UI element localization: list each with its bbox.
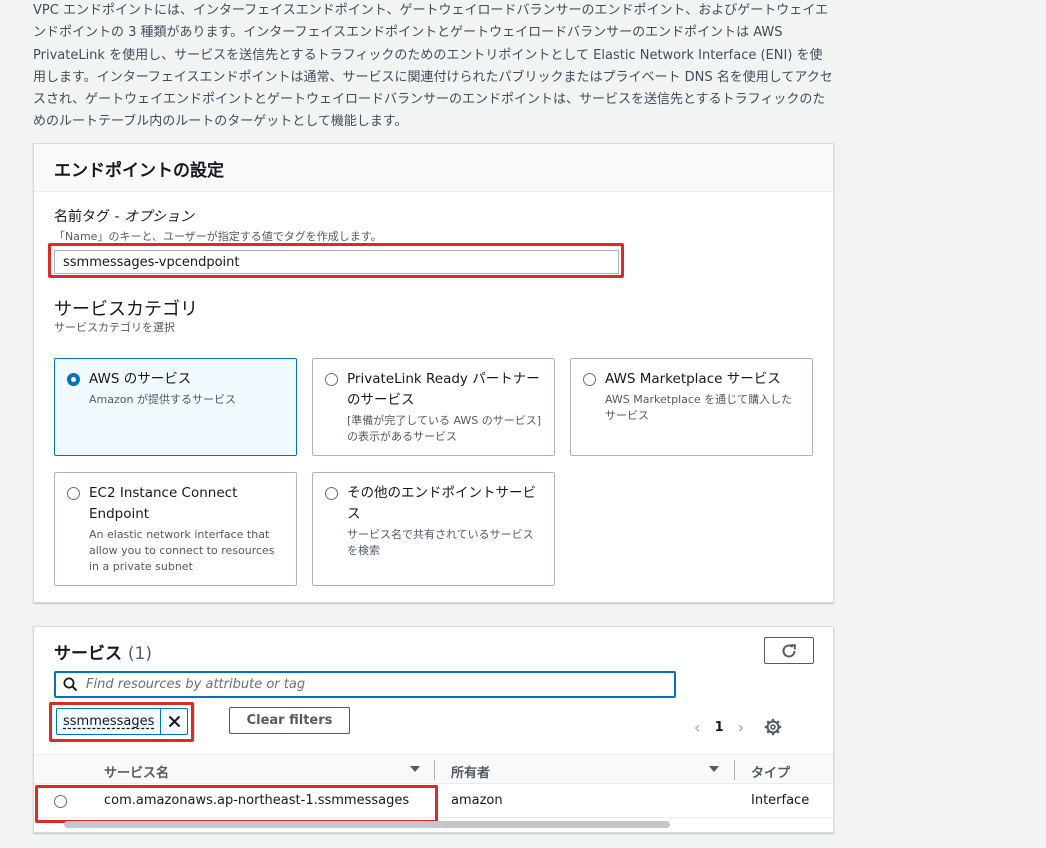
services-title: サービス (1): [54, 639, 152, 664]
tile-title: AWS のサービス: [89, 371, 192, 387]
page-number[interactable]: 1: [715, 720, 724, 735]
name-tag-label-text: 名前タグ -: [54, 209, 124, 225]
tile-desc: Amazon が提供するサービス: [89, 393, 236, 406]
name-tag-optional: オプション: [123, 209, 194, 225]
filter-divider: [194, 703, 195, 739]
refresh-button[interactable]: [764, 637, 814, 664]
clear-filters-button[interactable]: Clear filters: [229, 707, 350, 734]
tile-desc: An elastic network interface that allow …: [89, 528, 275, 573]
previous-page-icon[interactable]: ‹: [694, 718, 701, 737]
service-category-title: サービスカテゴリ: [54, 299, 198, 320]
refresh-icon: [782, 643, 796, 657]
services-title-text: サービス: [54, 644, 122, 664]
tile-privatelink-partner[interactable]: PrivateLink Ready パートナーのサービス [準備が完了している …: [312, 358, 555, 456]
endpoint-settings-panel: エンドポイントの設定 名前タグ - オプション 「Name」のキーと、ユーザーが…: [33, 143, 834, 603]
cell-owner: amazon: [451, 793, 503, 808]
column-divider[interactable]: [434, 760, 435, 780]
intro-description: VPC エンドポイントには、インターフェイスエンドポイント、ゲートウェイロードバ…: [33, 3, 833, 130]
tile-title: EC2 Instance Connect Endpoint: [89, 485, 238, 522]
services-count: (1): [127, 644, 153, 664]
filter-token-remove[interactable]: [161, 709, 187, 734]
close-icon: [168, 715, 180, 728]
endpoint-settings-title: エンドポイントの設定: [54, 161, 224, 181]
tile-desc: サービス名で共有されているサービスを検索: [347, 528, 534, 557]
table-row[interactable]: com.amazonaws.ap-northeast-1.ssmmessages…: [34, 785, 833, 818]
column-header-type[interactable]: タイプ: [751, 762, 790, 781]
radio-other-endpoint-services[interactable]: [325, 487, 338, 500]
sort-caret-icon[interactable]: [410, 766, 420, 772]
tile-other-endpoint-services[interactable]: その他のエンドポイントサービス サービス名で共有されているサービスを検索: [312, 472, 555, 586]
search-input[interactable]: [86, 677, 646, 692]
row-select-radio[interactable]: [54, 795, 67, 808]
tile-title: AWS Marketplace サービス: [605, 371, 781, 387]
tile-title: その他のエンドポイントサービス: [347, 485, 536, 522]
next-page-icon[interactable]: ›: [738, 718, 745, 737]
endpoint-settings-header: エンドポイントの設定: [34, 144, 833, 192]
table-header: サービス名 所有者 タイプ: [34, 754, 833, 784]
name-tag-label: 名前タグ - オプション: [54, 206, 194, 226]
name-tag-description: 「Name」のキーと、ユーザーが指定する値でタグを作成します。: [54, 230, 382, 243]
tile-aws-marketplace[interactable]: AWS Marketplace サービス AWS Marketplace を通じ…: [570, 358, 813, 456]
cell-type: Interface: [751, 793, 810, 808]
horizontal-scrollbar[interactable]: [64, 821, 670, 828]
services-search[interactable]: [54, 671, 676, 698]
tile-ec2-instance-connect[interactable]: EC2 Instance Connect Endpoint An elastic…: [54, 472, 297, 586]
column-header-owner[interactable]: 所有者: [451, 762, 490, 781]
cell-service-name: com.amazonaws.ap-northeast-1.ssmmessages: [104, 793, 410, 808]
column-header-service-name[interactable]: サービス名: [104, 762, 169, 781]
pagination: ‹ 1 ›: [694, 715, 782, 739]
column-divider[interactable]: [734, 760, 735, 780]
filter-token[interactable]: ssmmessages: [56, 708, 188, 735]
radio-aws-services[interactable]: [67, 373, 80, 386]
tile-desc: [準備が完了している AWS のサービス] の表示があるサービス: [347, 414, 542, 443]
name-tag-input[interactable]: [54, 250, 619, 274]
service-category-description: サービスカテゴリを選択: [54, 321, 175, 334]
sort-caret-icon[interactable]: [709, 766, 719, 772]
search-icon: [63, 677, 78, 692]
radio-privatelink-partner[interactable]: [325, 373, 338, 386]
tile-title: PrivateLink Ready パートナーのサービス: [347, 371, 540, 408]
radio-ec2-instance-connect[interactable]: [67, 487, 80, 500]
filter-token-label[interactable]: ssmmessages: [57, 709, 162, 734]
radio-aws-marketplace[interactable]: [583, 373, 596, 386]
services-panel: サービス (1) ssmmessages Clear filters ‹ 1 ›: [33, 626, 834, 833]
gear-icon[interactable]: [764, 718, 782, 736]
tile-desc: AWS Marketplace を通じて購入したサービス: [605, 393, 793, 422]
tile-aws-services[interactable]: AWS のサービス Amazon が提供するサービス: [54, 358, 297, 456]
